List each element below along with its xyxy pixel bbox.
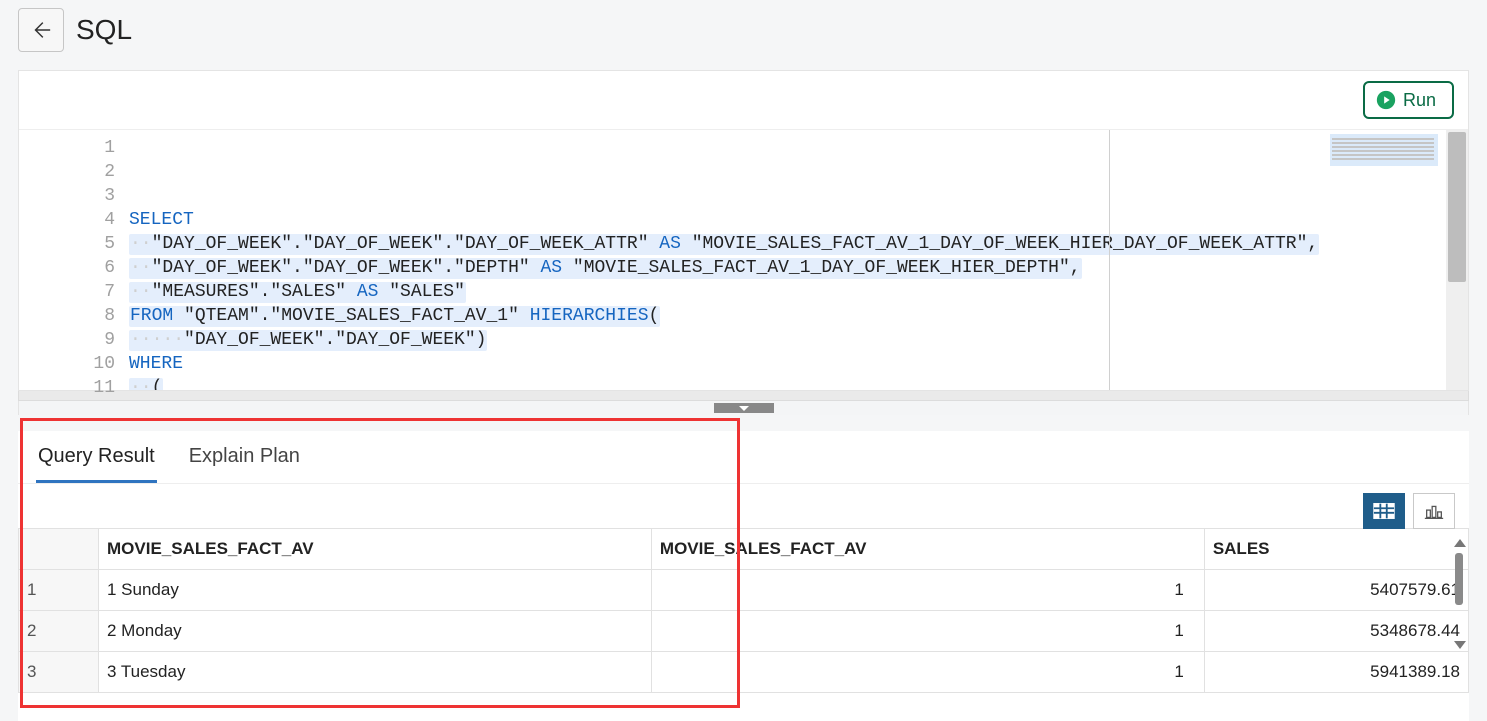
results-tabs: Query Result Explain Plan bbox=[18, 431, 1469, 484]
table-row[interactable]: 22 Monday15348678.44 bbox=[19, 611, 1469, 652]
sql-editor[interactable]: 1234567891011 SELECT··"DAY_OF_WEEK"."DAY… bbox=[19, 130, 1468, 390]
results-vscrollbar[interactable] bbox=[1453, 539, 1467, 649]
editor-minimap[interactable] bbox=[1326, 130, 1446, 390]
column-header[interactable] bbox=[19, 529, 99, 570]
editor-toolbar: Run bbox=[19, 71, 1468, 130]
editor-vscrollbar[interactable] bbox=[1446, 130, 1468, 390]
splitter-handle-icon bbox=[714, 403, 774, 413]
bar-chart-icon bbox=[1423, 502, 1445, 520]
page-title: SQL bbox=[76, 14, 132, 46]
editor-ruler bbox=[1109, 130, 1110, 390]
tab-query-result[interactable]: Query Result bbox=[36, 441, 157, 483]
column-header[interactable]: MOVIE_SALES_FACT_AV bbox=[651, 529, 1204, 570]
back-arrow-icon bbox=[30, 19, 52, 41]
column-header[interactable]: SALES bbox=[1204, 529, 1468, 570]
page-header: SQL bbox=[0, 0, 1487, 70]
back-button[interactable] bbox=[18, 8, 64, 52]
results-panel: Query Result Explain Plan MOVIE_SALES_FA… bbox=[18, 431, 1469, 721]
table-row[interactable]: 11 Sunday15407579.61 bbox=[19, 570, 1469, 611]
table-row[interactable]: 33 Tuesday15941389.18 bbox=[19, 652, 1469, 693]
chart-view-button[interactable] bbox=[1413, 493, 1455, 529]
editor-gutter: 1234567891011 bbox=[19, 130, 129, 390]
editor-code[interactable]: SELECT··"DAY_OF_WEEK"."DAY_OF_WEEK"."DAY… bbox=[129, 130, 1326, 390]
column-header[interactable]: MOVIE_SALES_FACT_AV bbox=[99, 529, 652, 570]
run-button-label: Run bbox=[1403, 90, 1436, 111]
run-button[interactable]: Run bbox=[1363, 81, 1454, 119]
table-view-button[interactable] bbox=[1363, 493, 1405, 529]
play-icon bbox=[1375, 89, 1397, 111]
results-grid: MOVIE_SALES_FACT_AVMOVIE_SALES_FACT_AVSA… bbox=[18, 528, 1469, 693]
sql-editor-panel: Run 1234567891011 SELECT··"DAY_OF_WEEK".… bbox=[18, 70, 1469, 391]
tab-explain-plan[interactable]: Explain Plan bbox=[187, 441, 302, 483]
panel-splitter[interactable] bbox=[18, 401, 1469, 415]
view-tools bbox=[1363, 493, 1455, 529]
editor-hscrollbar[interactable] bbox=[18, 391, 1469, 401]
table-icon bbox=[1373, 502, 1395, 520]
